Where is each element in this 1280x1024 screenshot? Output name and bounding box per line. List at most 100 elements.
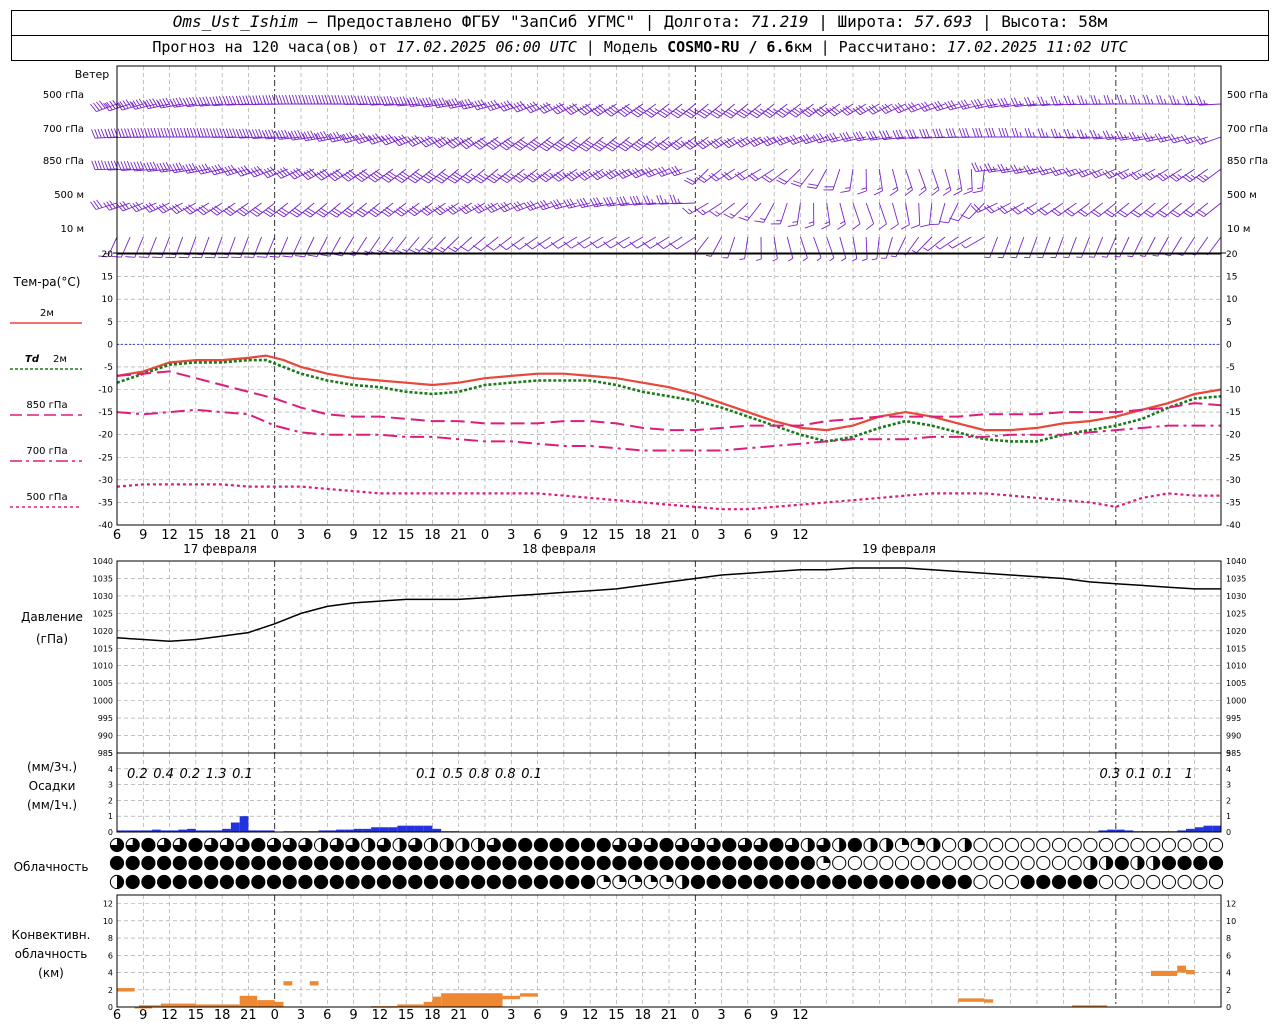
cloud-symbol-full	[769, 875, 784, 889]
cloud-symbol-full	[879, 875, 893, 889]
wind-barb-feather	[268, 95, 273, 105]
wind-barb-staff	[1124, 202, 1143, 218]
wind-barb-feather	[163, 127, 168, 138]
wind-barb-half-feather	[1089, 256, 1095, 258]
cloud-symbol-full	[1209, 856, 1223, 870]
pressure-axis-tick-left: 1030	[93, 592, 113, 601]
wind-barb-staff	[310, 202, 328, 218]
wind-barb-half-feather	[1031, 167, 1036, 173]
cloud-symbol-full	[220, 875, 234, 889]
precip-axis-tick-right: 1	[1226, 812, 1231, 821]
convective-axis-tick-left: 8	[108, 934, 113, 943]
cloud-symbol-full	[502, 856, 517, 870]
wind-barb-feather	[124, 128, 129, 138]
wind-barb-feather	[126, 160, 132, 170]
cloud-symbol-fill	[462, 838, 469, 852]
wind-barb-feather	[195, 97, 201, 107]
wind-barb-half-feather	[759, 108, 765, 113]
wind-barb-half-feather	[729, 213, 735, 217]
wind-barb-feather	[669, 194, 674, 204]
temp-axis-tick-left: -25	[98, 453, 113, 463]
wind-barb-feather	[938, 128, 943, 138]
wind-barb-feather	[912, 129, 917, 139]
wind-barb-half-feather	[892, 186, 898, 191]
wind-barb-feather	[1080, 95, 1085, 105]
wind-level-700hpa: 700 гПа	[43, 124, 84, 135]
temp-axis-tick-left: -10	[98, 386, 113, 396]
convective-cloud-bar	[1185, 969, 1195, 975]
cloud-symbol-full	[204, 856, 218, 870]
legend-t2m-label: 2м	[40, 308, 54, 319]
temp-axis-tick-left: 0	[107, 340, 113, 350]
cloud-symbol-full	[1162, 856, 1176, 870]
wind-barb-staff	[572, 136, 591, 152]
cloud-symbol-full	[1083, 875, 1097, 889]
x-tick-label-bottom: 6	[744, 1008, 752, 1023]
wind-barb-staff	[1203, 202, 1222, 218]
wind-barb-feather	[97, 160, 102, 170]
wind-barb-feather	[1027, 128, 1032, 138]
wind-barb-half-feather	[841, 257, 847, 262]
wind-barb-staff	[891, 168, 899, 191]
wind-barb-feather	[1103, 94, 1108, 105]
wind-barb-feather	[942, 189, 952, 196]
wind-level-850hpa: 850 гПа	[43, 156, 84, 167]
wind-barb-staff	[796, 202, 801, 225]
wind-barb-half-feather	[744, 215, 750, 219]
wind-barb-feather	[389, 95, 395, 105]
wind-barb-feather	[360, 95, 365, 105]
temp-axis-tick-right: -30	[1226, 476, 1241, 486]
pressure-axis-tick-right: 1030	[1226, 592, 1246, 601]
wind-barb-feather	[537, 242, 546, 250]
wind-barb-feather	[840, 190, 850, 193]
cloud-symbol-outline	[1208, 837, 1224, 853]
wind-barb-feather	[1014, 127, 1019, 138]
cloud-symbol-outline	[1004, 837, 1020, 853]
cloud-symbol-full	[126, 856, 140, 870]
cloud-symbol-full	[534, 856, 548, 870]
wind-barb-feather	[978, 127, 983, 138]
wind-level-850hpa-right: 850 гПа	[1227, 156, 1268, 167]
wind-barb-half-feather	[1019, 131, 1022, 138]
temp-axis-tick-left: 10	[102, 295, 114, 305]
wind-barb-feather	[931, 189, 940, 196]
wind-barb-feather	[125, 256, 135, 258]
cloud-symbol-outline	[1067, 855, 1082, 871]
wind-barb-feather	[337, 94, 342, 105]
cloud-symbol-fill	[1106, 856, 1113, 870]
cloud-symbol-fill	[619, 875, 626, 882]
wind-barb-feather	[281, 94, 286, 105]
convective-axis-tick-left: 10	[103, 917, 113, 926]
wind-barb-half-feather	[877, 187, 883, 191]
wind-barb-staff	[916, 236, 933, 254]
wind-barb-half-feather	[1152, 254, 1158, 257]
wind-barb-feather	[311, 94, 316, 105]
precip-3h-label: 0.5	[442, 767, 463, 782]
wind-barb-feather	[278, 94, 283, 105]
wind-barb-half-feather	[1124, 172, 1129, 177]
precip-3h-label: 0.3	[1100, 767, 1121, 782]
x-tick-label-temp: 12	[372, 528, 389, 543]
wind-barb-half-feather	[1127, 255, 1133, 258]
wind-barb-feather	[100, 160, 106, 170]
wind-barb-feather	[225, 128, 231, 138]
wind-barb-staff	[187, 236, 197, 258]
wind-barb-half-feather	[1204, 174, 1209, 179]
wind-barb-feather	[305, 94, 309, 105]
cloud-symbol-full	[864, 875, 878, 889]
convective-unit: (км)	[38, 966, 64, 980]
x-tick-label-temp: 21	[661, 528, 678, 543]
precip-axis-tick-left: 3	[108, 781, 113, 790]
wind-barb-feather	[1156, 95, 1160, 105]
cloud-symbol-full	[471, 856, 485, 870]
precip-3h-label: 0.4	[153, 767, 174, 782]
cloud-symbol-full	[173, 856, 187, 870]
wind-barb-feather	[331, 95, 336, 105]
wind-barb-staff	[891, 202, 899, 225]
wind-barb-staff	[417, 236, 433, 254]
x-tick-label-bottom: 12	[582, 1008, 599, 1023]
cloud-symbol-outline	[1036, 855, 1051, 871]
wind-barb-feather	[386, 96, 391, 106]
wind-barb-half-feather	[470, 173, 476, 178]
x-tick-label-bottom: 12	[792, 1008, 809, 1023]
